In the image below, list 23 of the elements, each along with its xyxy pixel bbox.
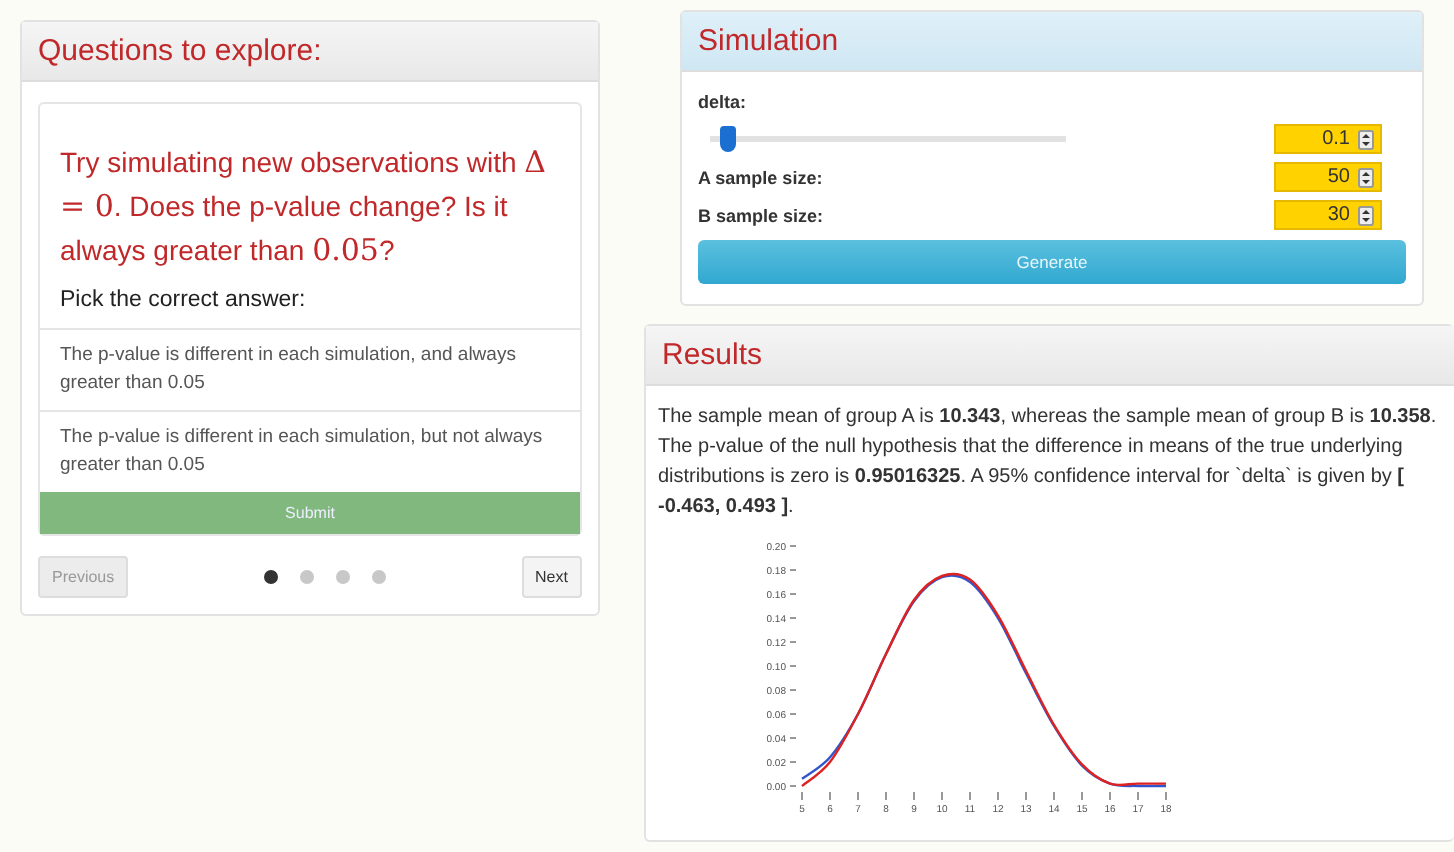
- panel-title: Questions to explore:: [22, 22, 598, 82]
- panel-title: Simulation: [682, 12, 1422, 72]
- page-dot[interactable]: [335, 570, 350, 584]
- question-text: Try simulating new observations with Δ = 0. Does the p-value change? Is it always greater than 0.05?: [58, 142, 548, 272]
- panel-title: Results: [646, 326, 1454, 386]
- page-dot[interactable]: [299, 570, 314, 584]
- number-input[interactable]: 0.1: [1274, 124, 1382, 154]
- number-input[interactable]: 30: [1274, 200, 1382, 230]
- spinner-icon[interactable]: [1358, 129, 1374, 149]
- spinner-icon[interactable]: [1358, 167, 1374, 187]
- page-dot[interactable]: [371, 570, 386, 584]
- field-label: A sample size:: [698, 167, 823, 187]
- answer-option[interactable]: The p-value is different in each simulation, and always greater than 0.05: [40, 328, 580, 410]
- slider[interactable]: [710, 126, 1066, 152]
- number-input[interactable]: 50: [1274, 162, 1382, 192]
- spinner-icon[interactable]: [1358, 205, 1374, 225]
- next-button[interactable]: Next: [521, 556, 582, 598]
- slider-thumb[interactable]: [719, 126, 736, 152]
- page-dot[interactable]: [263, 570, 278, 584]
- results-text: The sample mean of group A is 10.343, whereas the sample mean of group B is 10.358. The p-value of the null hypothesis that the difference in means of the true underlying distributions is zero is 0.95016325. A 95% confidence interval for `delta` is given by [ -0.463, 0.493 ].: [656, 404, 1439, 522]
- prompt-text: Pick the correct answer:: [58, 286, 308, 316]
- field-label: delta:: [698, 92, 749, 112]
- field-label: B sample size:: [698, 205, 824, 225]
